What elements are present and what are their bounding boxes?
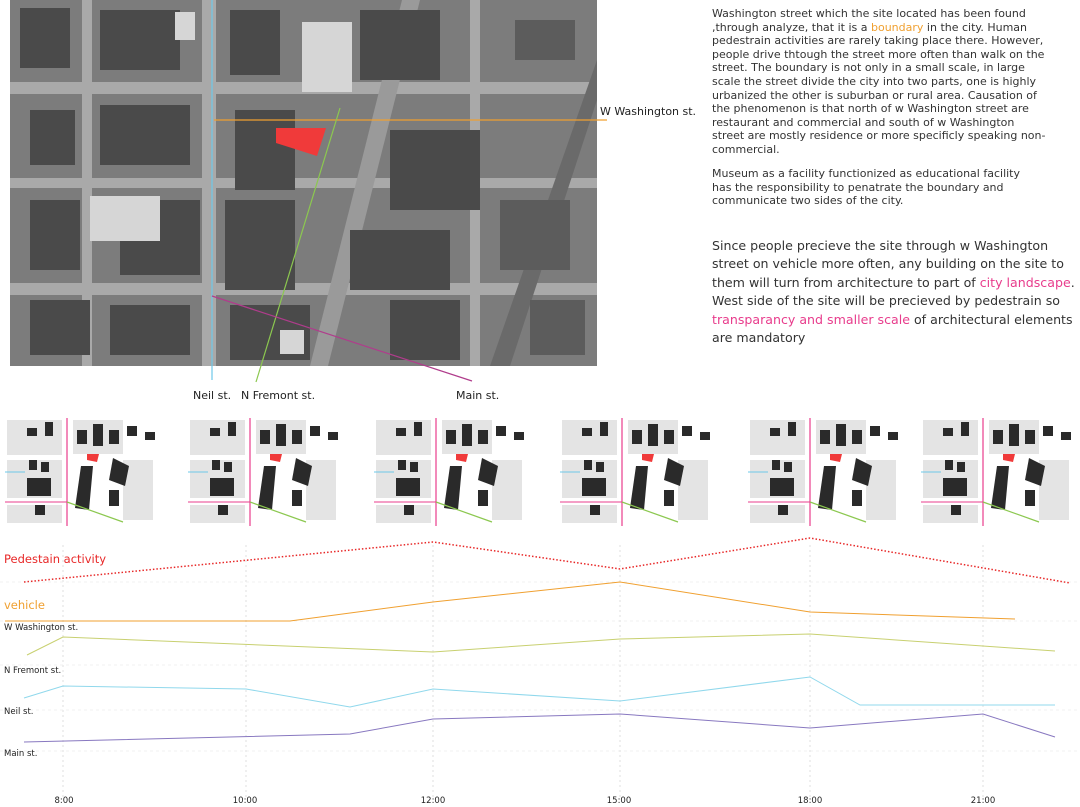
vehicle-line [5, 581, 1016, 622]
panel-2100 [920, 417, 1077, 527]
time-label-2100: 21:00 [970, 796, 996, 806]
boundary-highlight: boundary [871, 20, 924, 34]
time-label-1200: 12:00 [420, 796, 446, 806]
panel-0800 [4, 417, 161, 527]
panel-1800 [747, 417, 904, 527]
main-street-line [211, 295, 473, 382]
main-street-label: Main st. [456, 389, 500, 402]
time-snapshot-panels [4, 417, 1077, 527]
city-landscape-highlight: city landscape [979, 274, 1071, 290]
pedestrian-activity-line [23, 537, 1071, 584]
boundary-paragraph: Washington street which the site located… [712, 7, 1048, 157]
neil-street-label: Neil st. [193, 389, 232, 402]
fremont-street-label: N Fremont st. [241, 389, 316, 402]
activity-timeline [0, 537, 1080, 797]
museum-paragraph: Museum as a facility functionized as edu… [712, 167, 1021, 208]
vehicle-label: vehicle [4, 598, 45, 612]
perception-paragraph: Since people precieve the site through w… [712, 237, 1080, 347]
neil-activity-line [23, 713, 1056, 743]
fremont-activity-line [23, 676, 1055, 708]
row-label-main: Main st. [4, 749, 38, 759]
boundary-text-end: in the city. Human pedestrain activities… [712, 20, 1046, 156]
pedestrian-activity-label: Pedestain activity [4, 552, 107, 566]
panel-1200 [373, 417, 530, 527]
panel-1500 [559, 417, 716, 527]
time-label-1000: 10:00 [232, 796, 258, 806]
washington-activity-line [26, 633, 1056, 656]
fremont-street-line [255, 107, 341, 383]
row-label-washington: W Washington st. [4, 623, 79, 633]
time-label-0800: 8:00 [54, 796, 74, 806]
row-label-neil: Neil st. [4, 707, 34, 717]
time-label-1800: 18:00 [797, 796, 823, 806]
row-label-fremont: N Fremont st. [4, 666, 62, 676]
washington-street-label: W Washington st. [600, 105, 697, 118]
transparency-highlight: transparancy and smaller scale [712, 311, 910, 327]
panel-1000 [187, 417, 344, 527]
time-label-1500: 15:00 [606, 796, 632, 806]
